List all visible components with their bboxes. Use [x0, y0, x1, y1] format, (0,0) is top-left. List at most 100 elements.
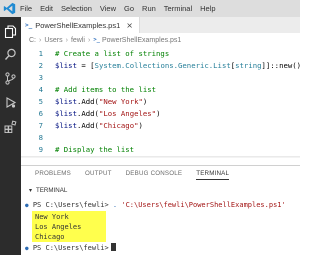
code-text: # Create a list of strings	[55, 48, 169, 60]
terminal-output-line: Los Angeles	[35, 223, 82, 231]
line-number: 9	[38, 145, 43, 154]
code-line: 2 $list = [System.Collections.Generic.Lis…	[21, 60, 300, 72]
vscode-logo-icon	[3, 2, 16, 15]
code-line: 8	[21, 132, 300, 144]
code-token: # Create a list of strings	[55, 49, 170, 58]
code-token: "Chicago"	[98, 121, 139, 130]
code-token: $list	[55, 61, 77, 70]
menu-selection[interactable]: Selection	[61, 4, 92, 13]
line-number: 5	[38, 97, 43, 106]
extensions-icon[interactable]	[4, 120, 17, 133]
menu-go[interactable]: Go	[124, 4, 134, 13]
code-token: .Add(	[76, 121, 99, 130]
code-token: string	[235, 61, 262, 70]
terminal-prompt: PS C:\Users\fewli>	[32, 201, 109, 209]
line-number: 3	[38, 73, 43, 82]
code-text: $list.Add("New York")	[55, 96, 147, 108]
terminal-command-line: ● PS C:\Users\fewli> . 'C:\Users\fewli\P…	[25, 200, 286, 210]
terminal-prompt: PS C:\Users\fewli>	[32, 244, 109, 252]
close-icon[interactable]: ×	[126, 21, 133, 30]
prompt-dot-icon: ●	[25, 245, 29, 252]
code-token: )	[156, 109, 161, 118]
code-line: 5 $list.Add("New York")	[21, 96, 300, 108]
terminal-cursor	[110, 243, 116, 251]
line-number: 2	[38, 61, 43, 70]
code-token: # Display the list	[55, 145, 135, 154]
prompt-dot-icon: ●	[25, 202, 29, 209]
breadcrumb-fewli[interactable]: fewli	[71, 37, 85, 44]
terminal-output-line: Chicago	[35, 233, 65, 241]
powershell-file-icon: >_	[93, 37, 100, 43]
menu-terminal[interactable]: Terminal	[164, 4, 192, 13]
breadcrumb-file[interactable]: PowerShellExamples.ps1	[102, 37, 181, 44]
chevron-right-icon: ›	[65, 36, 68, 44]
terminal-prompt-line: ● PS C:\Users\fewli>	[25, 243, 116, 253]
code-token: )	[142, 97, 148, 106]
code-line: 9 # Display the list	[21, 144, 300, 156]
source-control-icon[interactable]	[4, 72, 17, 85]
terminal-section-header[interactable]: ▾ TERMINAL	[21, 185, 308, 196]
tab-debug-console[interactable]: DEBUG CONSOLE	[126, 170, 183, 177]
code-text: $list = [System.Collections.Generic.List…	[55, 60, 300, 72]
tab-powershellexamples[interactable]: >_ PowerShellExamples.ps1 ×	[21, 17, 140, 33]
menu-run[interactable]: Run	[142, 4, 156, 13]
code-token: )	[138, 121, 143, 130]
code-text: $list.Add("Los Angeles")	[55, 108, 160, 120]
code-token: .Add(	[76, 109, 99, 118]
terminal-title: TERMINAL	[36, 187, 68, 194]
code-token: .Add(	[76, 97, 99, 106]
tab-problems[interactable]: PROBLEMS	[35, 170, 71, 177]
code-token: "New York"	[98, 97, 143, 106]
powershell-file-icon: >_	[25, 21, 33, 29]
code-editor[interactable]: 1 # Create a list of strings 2 $list = [Sys…	[21, 48, 300, 158]
chevron-right-icon: ›	[87, 36, 91, 44]
line-number: 8	[38, 133, 43, 142]
code-text: # Add items to the list	[55, 84, 156, 96]
line-number: 4	[38, 85, 43, 94]
code-token: $list	[55, 109, 77, 118]
activity-bar	[0, 17, 21, 255]
line-number: 7	[38, 121, 43, 130]
menu-help[interactable]: Help	[200, 4, 215, 13]
line-number: 6	[38, 109, 43, 118]
tab-terminal[interactable]: TERMINAL	[196, 170, 230, 180]
code-token: "Los Angeles"	[98, 109, 157, 118]
editor-tab-bar: >_ PowerShellExamples.ps1 ×	[21, 17, 300, 33]
search-icon[interactable]	[4, 48, 17, 61]
code-text: $list.Add("Chicago")	[55, 120, 143, 132]
menu-bar: File Edit Selection View Go Run Terminal…	[0, 0, 300, 17]
code-token: $list	[55, 97, 77, 106]
code-line: 3	[21, 72, 300, 84]
terminal-dot-source: .	[112, 201, 118, 209]
menu-view[interactable]: View	[100, 4, 116, 13]
line-number: 10	[21, 157, 43, 158]
menu-edit[interactable]: Edit	[40, 4, 53, 13]
code-line: 1 # Create a list of strings	[21, 48, 300, 60]
panel-tab-bar: PROBLEMS OUTPUT DEBUG CONSOLE TERMINAL	[21, 166, 300, 180]
line-number: 1	[38, 49, 43, 58]
run-debug-icon[interactable]	[4, 96, 17, 109]
explorer-icon[interactable]	[4, 25, 17, 38]
code-token: $list	[55, 121, 77, 130]
terminal[interactable]: ● PS C:\Users\fewli> . 'C:\Users\fewli\P…	[21, 198, 300, 255]
chevron-down-icon: ▾	[29, 188, 33, 194]
chevron-right-icon: ›	[39, 36, 42, 44]
code-token: System.Collections.Generic.List	[94, 61, 231, 70]
code-token: = [	[76, 61, 95, 70]
breadcrumb: C: › Users › fewli › >_ PowerShellExampl…	[21, 34, 308, 46]
tab-label: PowerShellExamples.ps1	[35, 20, 121, 30]
tab-output[interactable]: OUTPUT	[85, 170, 112, 177]
terminal-script-path: 'C:\Users\fewli\PowerShellExamples.ps1'	[121, 201, 286, 209]
code-token: ]]::new()	[261, 61, 301, 70]
code-line: 4 # Add items to the list	[21, 84, 300, 96]
code-line: 6 $list.Add("Los Angeles")	[21, 108, 300, 120]
code-token: # Add items to the list	[55, 85, 157, 94]
code-line: 10 $list	[21, 156, 300, 158]
breadcrumb-drive[interactable]: C:	[29, 37, 36, 44]
breadcrumb-users[interactable]: Users	[44, 37, 62, 44]
menu-file[interactable]: File	[20, 4, 32, 13]
code-line: 7 $list.Add("Chicago")	[21, 120, 300, 132]
code-text: # Display the list	[55, 144, 134, 156]
code-text: $list	[55, 157, 77, 158]
terminal-output-line: New York	[35, 213, 69, 221]
